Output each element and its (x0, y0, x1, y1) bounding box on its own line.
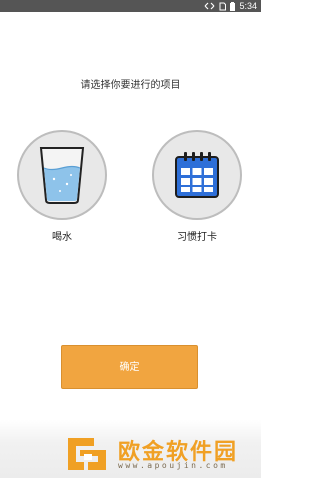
watermark-logo-icon (68, 438, 106, 470)
drink-water-circle[interactable] (17, 130, 107, 220)
data-arrows-icon (205, 2, 215, 10)
status-icons: 5:34 (204, 0, 257, 12)
drink-water-option[interactable]: 喝水 (17, 130, 107, 243)
drink-water-label: 喝水 (52, 232, 72, 243)
confirm-button[interactable]: 确定 (61, 345, 198, 389)
status-bar: 5:34 (0, 0, 261, 12)
watermark-url: www.apoujin.com (118, 461, 228, 470)
habit-checkin-label: 习惯打卡 (177, 232, 217, 243)
page-prompt: 请选择你要进行的项目 (80, 80, 181, 91)
habit-checkin-option[interactable]: 习惯打卡 (152, 130, 242, 243)
status-time: 5:34 (239, 1, 257, 11)
habit-checkin-circle[interactable] (152, 130, 242, 220)
calendar-icon (175, 152, 219, 198)
water-glass-icon (39, 147, 85, 204)
sim-icon (219, 2, 227, 10)
battery-icon (230, 1, 236, 11)
